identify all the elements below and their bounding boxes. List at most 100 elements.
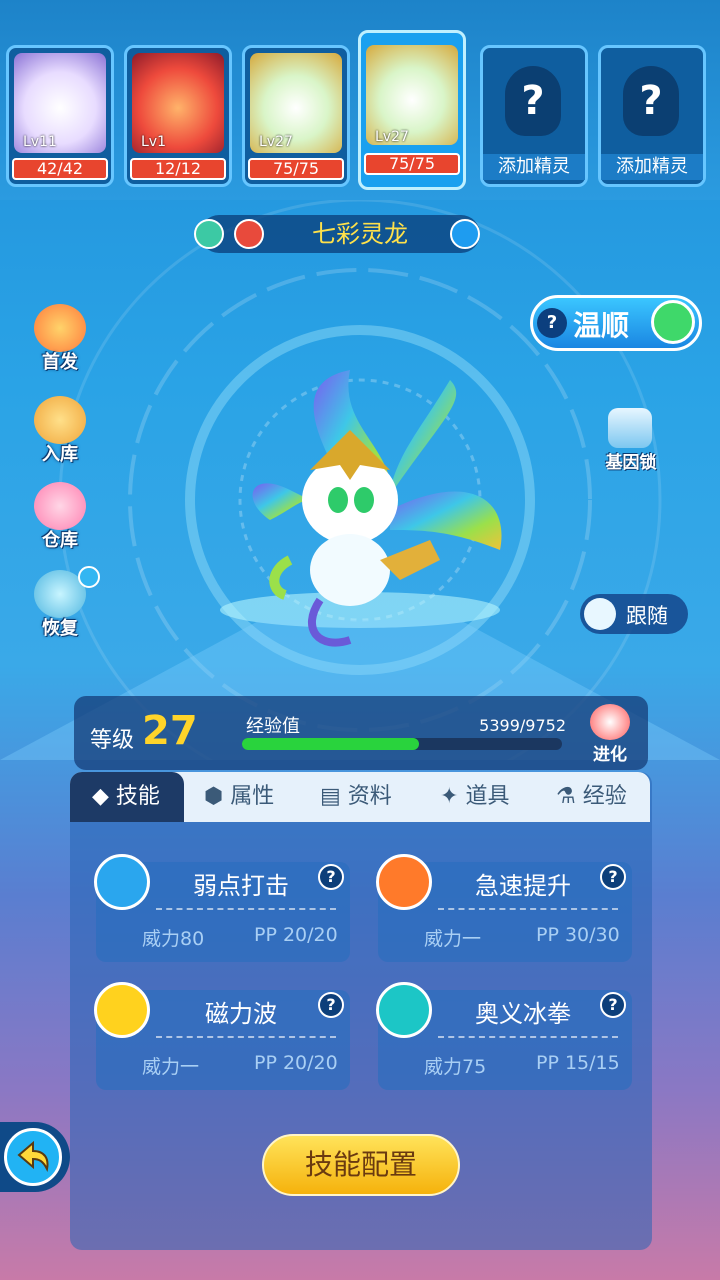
skill-power: 威力75 xyxy=(424,1056,487,1078)
snowflake-icon xyxy=(376,982,432,1038)
follow-label: 跟随 xyxy=(626,604,668,628)
tab-bar: ◆ 技能 ⬢ 属性 ▤ 资料 ✦ 道具 ⚗ 经验 xyxy=(70,772,650,822)
tab-label: 资料 xyxy=(347,784,392,809)
add-pet-label: 添加精灵 xyxy=(483,154,585,180)
back-button[interactable] xyxy=(0,1122,70,1192)
skill-card[interactable]: 急速提升 ? 威力一 PP 30/30 xyxy=(376,854,632,962)
back-arrow-icon xyxy=(4,1128,62,1186)
question-icon: ? xyxy=(623,66,679,136)
speed-icon xyxy=(376,854,432,910)
tab-attributes[interactable]: ⬢ 属性 xyxy=(204,772,304,822)
level-value: 27 xyxy=(142,708,198,754)
target-icon xyxy=(94,854,150,910)
skill-card[interactable]: 磁力波 ? 威力一 PP 20/20 xyxy=(94,982,350,1090)
warehouse-button[interactable]: 仓库 xyxy=(30,482,90,551)
first-pet-label: 首发 xyxy=(42,352,78,373)
team-slot-2[interactable]: Lv1 12/12 xyxy=(124,45,232,187)
pet-name: 七彩灵龙 xyxy=(312,220,408,248)
pet-hp: 75/75 xyxy=(248,158,344,180)
skill-pp: PP 20/20 xyxy=(254,1052,338,1074)
robot-icon xyxy=(608,408,652,448)
skill-name: 弱点打击 xyxy=(193,872,289,900)
cat-icon xyxy=(34,304,86,352)
evolve-label: 进化 xyxy=(593,745,627,765)
evolve-icon xyxy=(590,704,630,740)
exp-bar-fill xyxy=(242,738,420,750)
toggle-knob xyxy=(584,598,616,630)
tab-label: 技能 xyxy=(115,784,160,809)
follow-toggle[interactable]: 跟随 xyxy=(580,594,688,634)
skill-power: 威力80 xyxy=(142,928,205,950)
skill-pp: PP 30/30 xyxy=(536,924,620,946)
gene-lock-label: 基因锁 xyxy=(605,453,657,473)
team-slot-1[interactable]: Lv11 42/42 xyxy=(6,45,114,187)
help-icon[interactable]: ? xyxy=(537,308,567,338)
tab-skills[interactable]: ◆ 技能 xyxy=(70,772,184,822)
pet-level: Lv27 xyxy=(259,134,293,150)
refresh-icon[interactable] xyxy=(651,300,695,344)
team-slot-4-selected[interactable]: Lv27 75/75 xyxy=(358,30,466,190)
store-label: 入库 xyxy=(42,444,78,465)
hexagon-icon: ⬢ xyxy=(204,784,224,809)
team-slot-empty-2[interactable]: ? 添加精灵 xyxy=(598,45,706,187)
exp-label: 经验值 xyxy=(246,716,300,737)
skill-name: 磁力波 xyxy=(205,1000,277,1028)
pet-level: Lv27 xyxy=(375,129,409,145)
warehouse-icon xyxy=(34,482,86,530)
gene-lock-button[interactable]: 基因锁 xyxy=(596,408,666,474)
wind-type-icon xyxy=(194,219,224,249)
pet-name-bar: 七彩灵龙 xyxy=(194,215,480,253)
diamond-icon: ◆ xyxy=(92,784,109,809)
store-button[interactable]: 入库 xyxy=(30,396,90,465)
tab-experience[interactable]: ⚗ 经验 xyxy=(556,772,650,822)
restore-button[interactable]: 恢复 xyxy=(30,566,100,639)
pet-hp: 12/12 xyxy=(130,158,226,180)
skill-card[interactable]: 弱点打击 ? 威力80 PP 20/20 xyxy=(94,854,350,962)
level-label: 等级 xyxy=(90,728,135,753)
divider xyxy=(156,908,336,910)
box-icon xyxy=(34,396,86,444)
badge-icon[interactable] xyxy=(450,219,480,249)
level-panel: 等级 27 经验值 5399/9752 进化 xyxy=(74,696,648,770)
clipboard-icon: ▤ xyxy=(320,784,341,809)
skill-config-button[interactable]: 技能配置 xyxy=(262,1134,460,1196)
tab-label: 道具 xyxy=(465,784,510,809)
skill-help-icon[interactable]: ? xyxy=(600,992,626,1018)
tab-label: 经验 xyxy=(582,784,627,809)
team-slot-empty-1[interactable]: ? 添加精灵 xyxy=(480,45,588,187)
tab-info[interactable]: ▤ 资料 xyxy=(320,772,420,822)
tab-label: 属性 xyxy=(230,784,275,809)
add-pet-label: 添加精灵 xyxy=(601,154,703,180)
evolve-button[interactable]: 进化 xyxy=(582,704,638,765)
skill-help-icon[interactable]: ? xyxy=(600,864,626,890)
exp-value: 5399/9752 xyxy=(479,716,566,735)
temperament-label: 温顺 xyxy=(573,309,630,342)
skill-card[interactable]: 奥义冰拳 ? 威力75 PP 15/15 xyxy=(376,982,632,1090)
fire-type-icon xyxy=(234,219,264,249)
check-icon xyxy=(78,566,100,588)
pet-character-image xyxy=(252,370,502,647)
skill-pp: PP 15/15 xyxy=(536,1052,620,1074)
restore-label: 恢复 xyxy=(42,618,78,639)
divider xyxy=(438,908,618,910)
tab-items[interactable]: ✦ 道具 xyxy=(440,772,540,822)
team-slot-3[interactable]: Lv27 75/75 xyxy=(242,45,350,187)
pet-hp: 75/75 xyxy=(364,153,460,175)
lightning-icon xyxy=(94,982,150,1038)
temperament-badge[interactable]: ? 温顺 xyxy=(530,295,702,351)
skill-help-icon[interactable]: ? xyxy=(318,864,344,890)
divider xyxy=(156,1036,336,1038)
skill-power: 威力一 xyxy=(142,1056,200,1078)
skill-power: 威力一 xyxy=(424,928,482,950)
pet-hp: 42/42 xyxy=(12,158,108,180)
skill-name: 奥义冰拳 xyxy=(475,1000,571,1028)
first-pet-button[interactable]: 首发 xyxy=(30,304,90,373)
divider xyxy=(438,1036,618,1038)
skill-pp: PP 20/20 xyxy=(254,924,338,946)
flask-icon: ⚗ xyxy=(556,784,576,809)
skill-help-icon[interactable]: ? xyxy=(318,992,344,1018)
question-icon: ? xyxy=(505,66,561,136)
exp-bar xyxy=(242,738,562,750)
skill-name: 急速提升 xyxy=(475,872,571,900)
warehouse-label: 仓库 xyxy=(42,530,78,551)
